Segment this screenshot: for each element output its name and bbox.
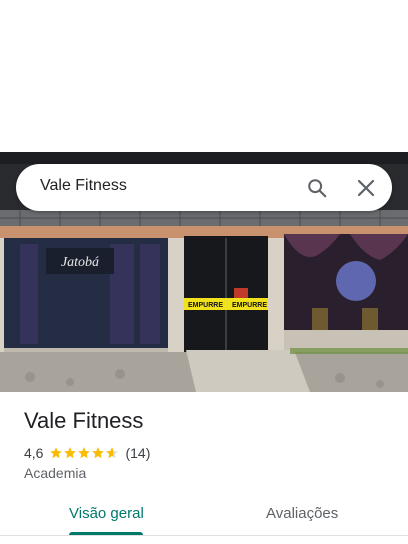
rating-value: 4,6 — [24, 445, 44, 461]
tab-overview[interactable]: Visão geral — [69, 505, 144, 522]
tab-divider — [0, 535, 408, 536]
search-icon[interactable] — [303, 174, 331, 202]
review-count[interactable]: (14) — [125, 445, 150, 461]
star-icon — [50, 447, 63, 459]
search-box[interactable]: Vale Fitness — [16, 164, 392, 211]
map-area-blank — [0, 0, 408, 152]
rating-row[interactable]: 4,6 (14) — [24, 444, 150, 462]
star-rating — [49, 446, 119, 460]
star-icon — [92, 447, 105, 459]
gym-sign-text: Jatobá — [61, 255, 99, 270]
half-star-icon — [106, 447, 119, 459]
close-icon[interactable] — [352, 174, 380, 202]
search-input[interactable]: Vale Fitness — [40, 177, 127, 195]
tape-text-right: EMPURRE — [232, 302, 267, 309]
star-icon — [64, 447, 77, 459]
tab-reviews[interactable]: Avaliações — [266, 505, 338, 522]
place-category[interactable]: Academia — [24, 465, 86, 481]
place-name: Vale Fitness — [24, 408, 144, 433]
tape-text-left: EMPURRE — [188, 302, 223, 309]
star-icon — [78, 447, 91, 459]
